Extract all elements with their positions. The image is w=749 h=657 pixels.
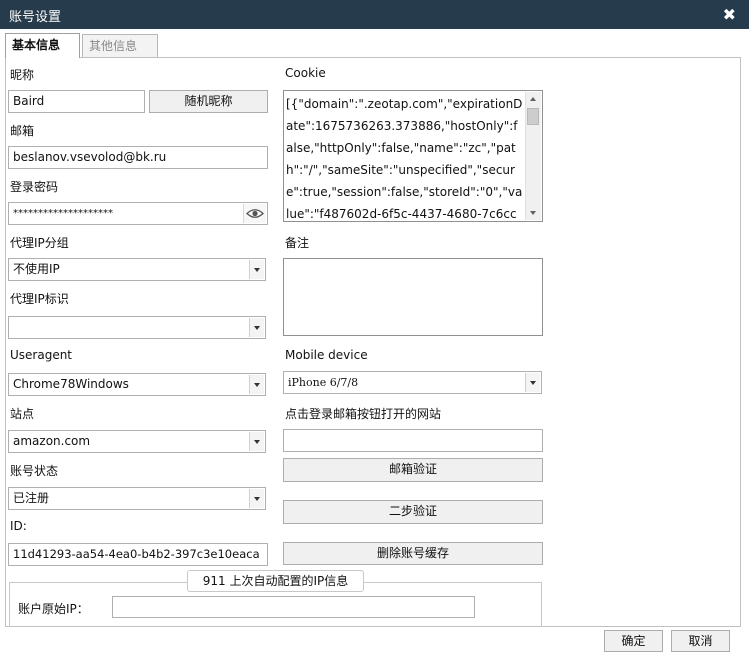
proxy-group-label: 代理IP分组 bbox=[10, 236, 69, 250]
dialog-footer: 确定 取消 bbox=[0, 627, 749, 657]
password-input[interactable]: ******************** bbox=[8, 202, 268, 225]
chevron-down-icon[interactable] bbox=[249, 432, 264, 451]
tab-basic-info[interactable]: 基本信息 bbox=[5, 33, 80, 58]
scroll-up-icon[interactable] bbox=[526, 92, 541, 107]
cookie-textarea[interactable]: [{"domain":".zeotap.com","expirationDate… bbox=[283, 90, 543, 222]
email-verify-button[interactable]: 邮箱验证 bbox=[283, 458, 543, 482]
notes-textarea[interactable] bbox=[283, 258, 543, 336]
site-select[interactable]: amazon.com bbox=[8, 430, 266, 453]
mobile-device-value: iPhone 6/7/8 bbox=[288, 376, 359, 389]
useragent-label: Useragent bbox=[10, 348, 73, 362]
useragent-select[interactable]: Chrome78Windows bbox=[8, 373, 266, 396]
proxy-id-label: 代理IP标识 bbox=[10, 292, 69, 306]
account-status-label: 账号状态 bbox=[10, 464, 59, 478]
site-label: 站点 bbox=[10, 407, 35, 421]
password-label: 登录密码 bbox=[10, 180, 59, 194]
proxy-id-select[interactable] bbox=[8, 316, 266, 339]
nickname-input[interactable]: Baird bbox=[8, 90, 145, 113]
nickname-label: 昵称 bbox=[10, 68, 35, 82]
cookie-label: Cookie bbox=[285, 66, 326, 80]
cancel-button[interactable]: 取消 bbox=[671, 630, 730, 652]
title-bar: 账号设置 ✖ bbox=[0, 0, 749, 29]
scroll-down-icon[interactable] bbox=[526, 205, 541, 220]
chevron-down-icon[interactable] bbox=[249, 375, 264, 394]
useragent-value: Chrome78Windows bbox=[13, 377, 129, 391]
ip-info-group-title: 911 上次自动配置的IP信息 bbox=[187, 570, 364, 592]
two-step-verify-button[interactable]: 二步验证 bbox=[283, 500, 543, 524]
original-ip-input[interactable] bbox=[112, 596, 475, 618]
email-input[interactable]: beslanov.vsevolod@bk.ru bbox=[8, 146, 268, 169]
scroll-thumb[interactable] bbox=[527, 108, 539, 125]
cookie-scrollbar[interactable] bbox=[525, 92, 541, 220]
mobile-device-label: Mobile device bbox=[285, 348, 368, 362]
email-label: 邮箱 bbox=[10, 124, 35, 138]
ok-button[interactable]: 确定 bbox=[604, 630, 663, 652]
chevron-down-icon[interactable] bbox=[525, 373, 540, 392]
chevron-down-icon[interactable] bbox=[249, 318, 264, 337]
window-title: 账号设置 bbox=[9, 10, 62, 25]
original-ip-label: 账户原始IP： bbox=[18, 602, 89, 616]
email-site-label: 点击登录邮箱按钮打开的网站 bbox=[285, 407, 442, 421]
proxy-group-select[interactable]: 不使用IP bbox=[8, 258, 266, 281]
account-status-value: 已注册 bbox=[13, 491, 50, 505]
random-nickname-button[interactable]: 随机昵称 bbox=[149, 90, 268, 113]
chevron-down-icon[interactable] bbox=[249, 489, 264, 508]
id-input[interactable]: 11d41293-aa54-4ea0-b4b2-397c3e10eaca bbox=[8, 543, 268, 566]
id-label: ID: bbox=[10, 519, 27, 533]
account-status-select[interactable]: 已注册 bbox=[8, 487, 266, 510]
chevron-down-icon[interactable] bbox=[249, 260, 264, 279]
notes-label: 备注 bbox=[285, 236, 310, 250]
eye-icon[interactable] bbox=[243, 204, 266, 223]
proxy-group-value: 不使用IP bbox=[13, 262, 60, 276]
cookie-value: [{"domain":".zeotap.com","expirationDate… bbox=[286, 97, 523, 219]
mobile-device-select[interactable]: iPhone 6/7/8 bbox=[283, 371, 542, 394]
email-site-input[interactable] bbox=[283, 429, 543, 452]
site-value: amazon.com bbox=[13, 434, 91, 448]
password-value: ******************** bbox=[13, 208, 113, 219]
clear-account-cache-button[interactable]: 删除账号缓存 bbox=[283, 542, 543, 565]
tab-other-info[interactable]: 其他信息 bbox=[82, 34, 158, 57]
close-icon[interactable]: ✖ bbox=[723, 5, 736, 24]
